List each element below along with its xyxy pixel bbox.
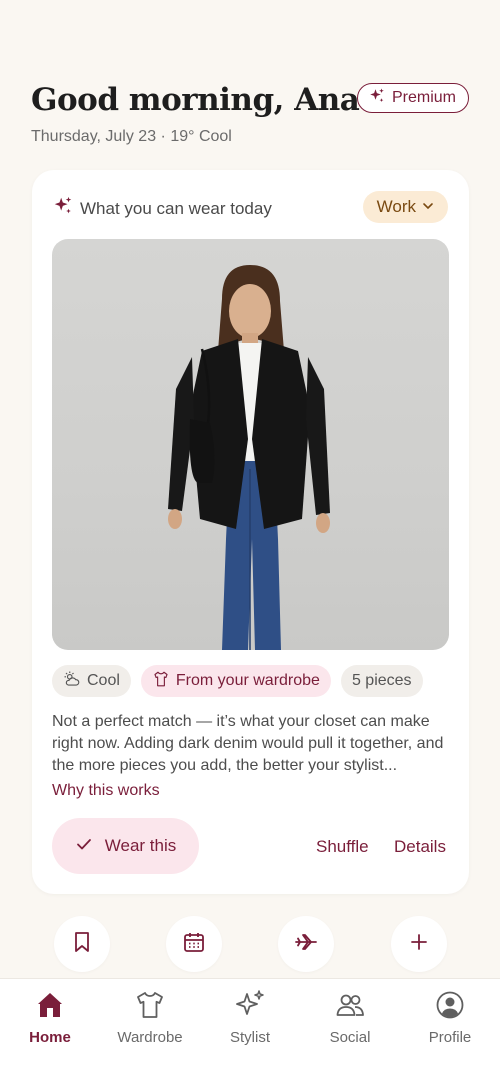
people-icon — [334, 989, 366, 1025]
outfit-chips: Cool From your wardrobe 5 pieces — [52, 665, 423, 697]
check-icon — [75, 835, 93, 858]
plus-icon — [410, 933, 428, 956]
details-button[interactable]: Details — [394, 837, 446, 857]
home-icon — [34, 989, 66, 1025]
wardrobe-chip: From your wardrobe — [140, 665, 331, 697]
outfit-photo[interactable] — [52, 239, 449, 650]
weather-chip-label: Cool — [87, 672, 120, 689]
bottom-tab-bar: Home Wardrobe Stylist Social Profile — [0, 978, 500, 1085]
tab-stylist-label: Stylist — [229, 1029, 270, 1046]
calendar-icon — [183, 931, 205, 958]
premium-label: Premium — [391, 89, 456, 106]
shirt-icon — [152, 670, 170, 693]
outfit-description: Not a perfect match — it’s what your clo… — [52, 713, 444, 774]
outfit-card: What you can wear today Work Cool From y… — [32, 170, 469, 894]
tab-social-label: Social — [329, 1029, 371, 1046]
travel-packing-button[interactable] — [278, 916, 334, 972]
pieces-chip-label: 5 pieces — [351, 672, 412, 689]
chevron-down-icon — [422, 197, 434, 217]
tab-profile[interactable]: Profile — [400, 989, 500, 1046]
occasion-label: Work — [376, 197, 416, 216]
plane-icon — [294, 931, 318, 958]
sparkle-icon — [52, 195, 74, 222]
wear-this-button[interactable]: Wear this — [52, 818, 199, 874]
plan-outfit-button[interactable] — [166, 916, 222, 972]
save-outfit-button[interactable] — [54, 916, 110, 972]
cloud-sun-icon — [63, 670, 81, 693]
tab-home[interactable]: Home — [0, 989, 100, 1046]
sparkle-icon — [368, 87, 386, 110]
greeting-title: Good morning, Ana — [31, 82, 360, 118]
why-this-works-link[interactable]: Why this works — [52, 782, 160, 800]
wear-this-label: Wear this — [104, 836, 177, 855]
card-header: What you can wear today — [52, 195, 272, 222]
card-title: What you can wear today — [80, 198, 272, 218]
date-weather-line: Thursday, July 23 · 19° Cool — [31, 128, 232, 145]
tab-wardrobe[interactable]: Wardrobe — [100, 989, 200, 1046]
tab-stylist[interactable]: Stylist — [200, 989, 300, 1046]
pieces-chip: 5 pieces — [340, 665, 423, 697]
tab-wardrobe-label: Wardrobe — [117, 1029, 183, 1046]
add-item-button[interactable] — [391, 916, 447, 972]
shuffle-button[interactable]: Shuffle — [316, 837, 369, 857]
tab-profile-label: Profile — [428, 1029, 472, 1046]
tab-home-label: Home — [29, 1029, 71, 1046]
wardrobe-chip-label: From your wardrobe — [175, 672, 320, 689]
premium-button[interactable]: Premium — [356, 83, 469, 113]
sparkle-icon — [234, 989, 266, 1025]
tab-social[interactable]: Social — [300, 989, 400, 1046]
occasion-dropdown[interactable]: Work — [362, 191, 448, 223]
weather-chip: Cool — [52, 665, 131, 697]
shirt-icon — [134, 989, 166, 1025]
profile-icon — [434, 989, 466, 1025]
bookmark-icon — [72, 931, 92, 958]
